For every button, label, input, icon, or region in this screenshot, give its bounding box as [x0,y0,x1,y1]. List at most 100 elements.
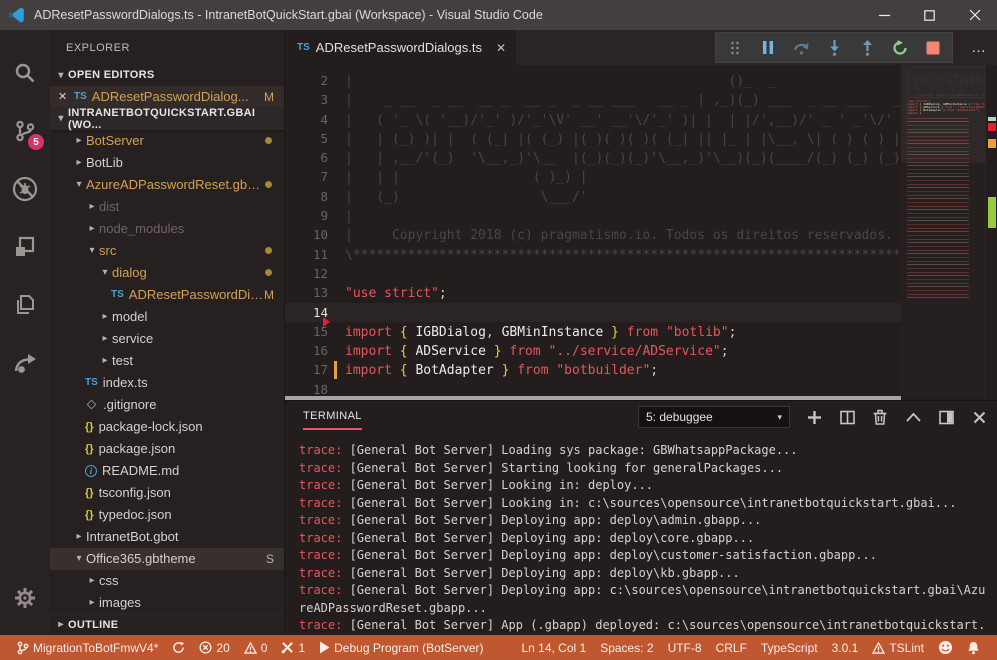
tree-item-test[interactable]: ▸test [50,350,284,372]
status-item-cursor-position[interactable]: Ln 14, Col 1 [514,635,593,660]
tree-item-label: index.ts [103,375,148,390]
maximize-button[interactable] [907,0,952,30]
terminal-line: trace: [General Bot Server] Starting loo… [299,460,989,478]
restart-button[interactable] [891,39,909,57]
gear-icon [13,586,37,610]
tree-item-intranetbot-gbot[interactable]: ▸IntranetBot.gbot [50,526,284,548]
more-actions-button[interactable]: … [971,39,987,56]
tree-item-botserver[interactable]: ▸BotServer [50,130,284,152]
tree-item-src[interactable]: ▾src [50,240,284,262]
tree-item-label: dialog [112,265,147,280]
tree-item-label: Office365.gbtheme [86,551,196,566]
debug-view-button[interactable] [0,160,50,218]
minimap-more-code [907,118,969,298]
tree-item-node-modules[interactable]: ▸node_modules [50,218,284,240]
status-item-notifications[interactable] [960,635,987,660]
typescript-file-icon: TS [297,42,310,53]
status-item-label: TypeScript [761,641,818,655]
tree-item-readme-md[interactable]: iREADME.md [50,460,284,482]
source-control-view-button[interactable]: 5 [0,102,50,160]
tree-item-package-lock-json[interactable]: {}package-lock.json [50,416,284,438]
code-line-12: 12 [285,264,901,283]
toolbar-grip[interactable] [726,39,744,57]
tree-item-adresetpassworddial[interactable]: TSADResetPasswordDial...M [50,284,284,306]
terminal-line: trace: [General Bot Server] Deploying ap… [299,582,989,617]
step-over-button[interactable] [792,39,810,57]
tree-item-office365-gbtheme[interactable]: ▾Office365.gbthemeS [50,548,284,570]
close-button[interactable] [952,0,997,30]
pause-button[interactable] [759,39,777,57]
line-number: 9 [285,206,328,225]
json-file-icon: {} [85,509,94,521]
open-editors-header[interactable]: ▾ OPEN EDITORS [50,65,284,86]
status-item-eol[interactable]: CRLF [709,635,754,660]
tree-item-botlib[interactable]: ▸BotLib [50,152,284,174]
terminal-line: trace: [General Bot Server] Deploying ap… [299,547,989,565]
status-item-language-mode[interactable]: TypeScript [754,635,825,660]
tree-item-dist[interactable]: ▸dist [50,196,284,218]
workspace-header[interactable]: ▾ INTRANETBOTQUICKSTART.GBAI (WO... [50,108,284,130]
status-item-error-count[interactable]: 20 [192,635,236,660]
status-item-tslint-status[interactable]: TSLint [865,635,931,660]
manage-button[interactable] [0,569,50,627]
terminal-output[interactable]: trace: [General Bot Server] Loading sys … [285,433,997,635]
git-modified-dot [265,247,272,254]
git-status-badge: S [266,552,274,566]
sidebar-title: EXPLORER [50,30,284,65]
tree-item-label: .gitignore [103,397,156,412]
close-editor-icon[interactable]: ✕ [58,90,74,103]
terminal-selector[interactable]: 5: debuggee ▾ [638,406,790,428]
minimap[interactable]: | ()_ _| _ __ _ __ __ _ __ _ _ __ ___ __… [901,65,985,396]
tree-item-azureadpasswordreset-gba[interactable]: ▾AzureADPasswordReset.gba... [50,174,284,196]
tree-item-index-ts[interactable]: TSindex.ts [50,372,284,394]
step-into-button[interactable] [825,39,843,57]
warning-triangle-icon [872,642,885,654]
close-panel-button[interactable] [971,409,987,425]
tree-item-typedoc-json[interactable]: {}typedoc.json [50,504,284,526]
toggle-panel-position-button[interactable] [938,409,954,425]
code-line-17: 17import { BotAdapter } from "botbuilder… [285,360,901,379]
tree-item-label: service [112,331,153,346]
status-item-feedback[interactable] [931,635,960,660]
status-item-ts-version[interactable]: 3.0.1 [825,635,866,660]
tree-item-dialog[interactable]: ▾dialog [50,262,284,284]
tree-item-service[interactable]: ▸service [50,328,284,350]
terminal-selector-value: 5: debuggee [646,410,771,424]
step-out-button[interactable] [858,39,876,57]
outline-header[interactable]: ▸ OUTLINE [50,614,284,635]
git-modified-dot [265,137,272,144]
deploy-view-button[interactable] [0,334,50,392]
tab-adresetpassworddialogs[interactable]: TS ADResetPasswordDialogs.ts ✕ [285,30,516,65]
tree-item-tsconfig-json[interactable]: {}tsconfig.json [50,482,284,504]
status-item-label: Spaces: 2 [600,641,653,655]
maximize-panel-button[interactable] [905,409,921,425]
status-item-debug-launch-status[interactable]: Debug Program (BotServer) [312,635,490,660]
terminal-tab[interactable]: TERMINAL [303,410,362,430]
json-file-icon: {} [85,487,94,499]
stop-button[interactable] [924,39,942,57]
search-view-button[interactable] [0,44,50,102]
code-line-9: 9| [285,206,901,225]
status-item-sync-status[interactable] [165,635,192,660]
status-item-encoding[interactable]: UTF-8 [661,635,709,660]
terminal-line: trace: [General Bot Server] Looking in: … [299,477,989,495]
code-editor[interactable]: 2| ()_ _3| _ __ _ __ __ _ __ _ _ __ ___ … [285,65,997,400]
tree-item-gitignore[interactable]: .gitignore [50,394,284,416]
status-item-warning-count[interactable]: 0 [237,635,275,660]
new-terminal-button[interactable] [806,409,822,425]
status-item-git-branch-status[interactable]: MigrationToBotFmwV4* [10,635,165,660]
tree-item-css[interactable]: ▸css [50,570,284,592]
open-editor-item-adresetpassworddialog[interactable]: ✕TSADResetPasswordDialog...M [50,86,284,108]
tab-close-icon[interactable]: ✕ [496,41,506,55]
kill-terminal-icon[interactable] [872,409,888,425]
extensions-view-button[interactable] [0,218,50,276]
status-item-indentation[interactable]: Spaces: 2 [593,635,660,660]
status-item-tasks-status[interactable]: 1 [274,635,312,660]
split-terminal-button[interactable] [839,409,855,425]
pages-view-button[interactable] [0,276,50,334]
tree-item-package-json[interactable]: {}package.json [50,438,284,460]
tree-item-model[interactable]: ▸model [50,306,284,328]
tree-item-images[interactable]: ▸images [50,592,284,614]
horizontal-scrollbar[interactable] [285,396,901,400]
minimize-button[interactable] [862,0,907,30]
